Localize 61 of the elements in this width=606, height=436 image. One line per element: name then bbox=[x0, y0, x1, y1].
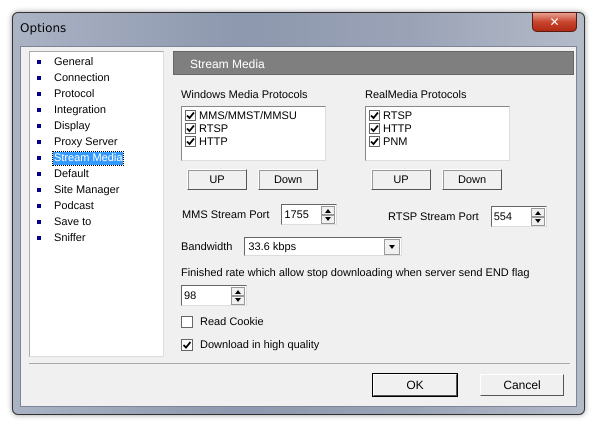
option-label: Read Cookie bbox=[200, 316, 264, 328]
down-button[interactable]: Down bbox=[258, 169, 318, 190]
protocol-label: PNM bbox=[383, 136, 408, 148]
checkbox[interactable] bbox=[185, 136, 196, 147]
bullet-icon bbox=[37, 172, 41, 176]
bullet-icon bbox=[37, 92, 41, 96]
bullet-icon bbox=[37, 220, 41, 224]
category-item[interactable]: General bbox=[53, 56, 94, 68]
category-item[interactable]: Protocol bbox=[53, 88, 96, 100]
down-button[interactable]: Down bbox=[442, 169, 502, 190]
bullet-icon bbox=[37, 76, 41, 80]
port-spinner[interactable]: 1755 bbox=[281, 204, 338, 225]
finished-rate-label: Finished rate which allow stop downloading when server send END flag bbox=[181, 267, 530, 279]
bullet-icon bbox=[37, 124, 41, 128]
bandwidth-label: Bandwidth bbox=[181, 240, 232, 252]
bullet-icon bbox=[37, 60, 41, 64]
up-button[interactable]: UP bbox=[371, 169, 431, 190]
spinner-arrows-icon[interactable] bbox=[231, 286, 245, 304]
checkbox[interactable] bbox=[369, 123, 380, 134]
checkbox[interactable] bbox=[181, 316, 193, 328]
close-button[interactable]: ✕ bbox=[532, 12, 577, 32]
checkbox[interactable] bbox=[181, 339, 193, 351]
category-item[interactable]: Display bbox=[53, 120, 92, 132]
category-item[interactable]: Proxy Server bbox=[53, 136, 119, 148]
bullet-icon bbox=[37, 236, 41, 240]
group-label: Windows Media Protocols bbox=[181, 89, 309, 101]
port-label: MMS Stream Port bbox=[182, 208, 270, 220]
panel-header: Stream Media bbox=[173, 51, 574, 75]
window-title: Options bbox=[20, 21, 66, 35]
up-button[interactable]: UP bbox=[187, 169, 247, 190]
protocol-label: RTSP bbox=[199, 122, 228, 134]
port-label: RTSP Stream Port bbox=[388, 210, 479, 222]
category-item[interactable]: Site Manager bbox=[53, 184, 120, 196]
bullet-icon bbox=[37, 156, 41, 160]
protocol-label: MMS/MMST/MMSU bbox=[199, 110, 297, 122]
bullet-icon bbox=[37, 188, 41, 192]
protocol-label: RTSP bbox=[383, 110, 412, 122]
bullet-icon bbox=[37, 140, 41, 144]
category-item[interactable]: Save to bbox=[53, 216, 92, 228]
port-spinner[interactable]: 554 bbox=[490, 206, 547, 227]
category-item[interactable]: Default bbox=[53, 168, 90, 180]
ok-button[interactable]: OK bbox=[373, 374, 457, 396]
category-item[interactable]: Podcast bbox=[53, 200, 95, 212]
group-label: RealMedia Protocols bbox=[365, 89, 468, 101]
cancel-button[interactable]: Cancel bbox=[480, 374, 564, 396]
checkbox[interactable] bbox=[185, 110, 196, 121]
spinner-arrows-icon[interactable] bbox=[530, 208, 545, 226]
bullet-icon bbox=[37, 108, 41, 112]
checkbox[interactable] bbox=[369, 136, 380, 147]
rate-spinner[interactable]: 98 bbox=[181, 285, 247, 306]
bullet-icon bbox=[37, 204, 41, 208]
checkbox[interactable] bbox=[185, 123, 196, 134]
protocol-label: HTTP bbox=[383, 122, 412, 134]
category-item[interactable]: Connection bbox=[53, 72, 111, 84]
checkbox[interactable] bbox=[369, 110, 380, 121]
spinner-arrows-icon[interactable] bbox=[321, 206, 336, 224]
category-item[interactable]: Integration bbox=[53, 104, 107, 116]
bandwidth-dropdown[interactable]: 33.6 kbps bbox=[244, 237, 402, 256]
protocol-label: HTTP bbox=[199, 136, 228, 148]
category-item[interactable]: Sniffer bbox=[53, 232, 87, 244]
option-label: Download in high quality bbox=[200, 339, 320, 351]
